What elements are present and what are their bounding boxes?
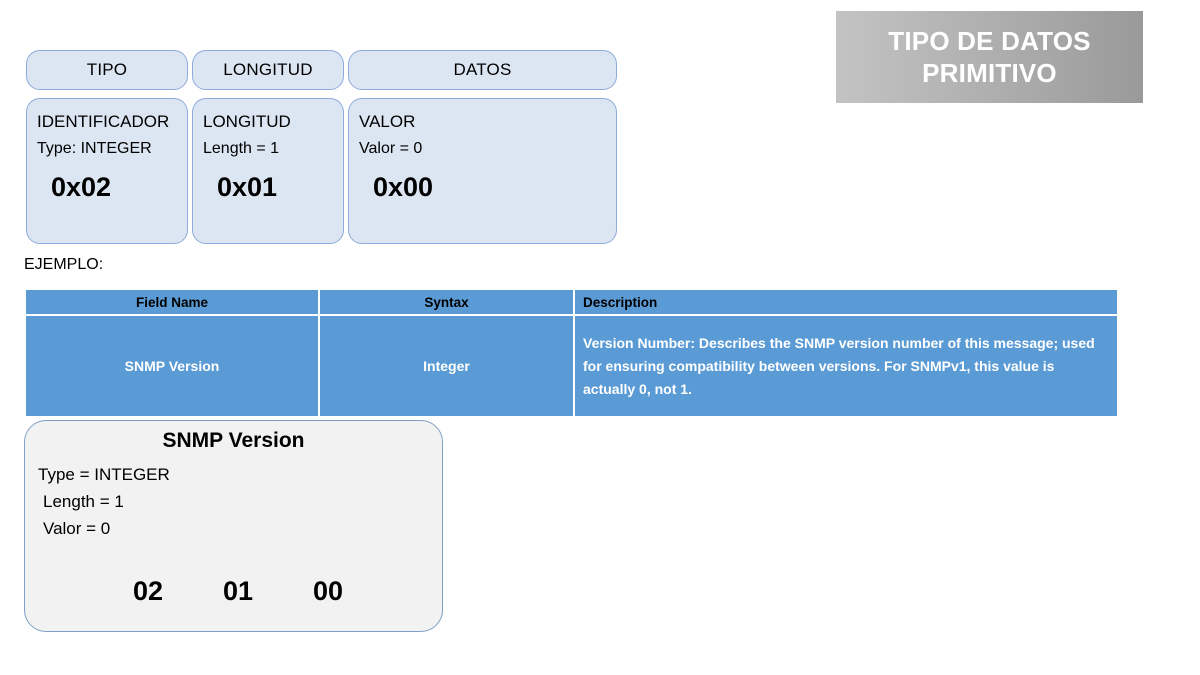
tlv-detail-box-longitud: LONGITUD Length = 1 0x01 — [192, 98, 344, 244]
tlv-detail-box-identificador: IDENTIFICADOR Type: INTEGER 0x02 — [26, 98, 188, 244]
example-box-line-length: Length = 1 — [43, 492, 124, 511]
example-label: EJEMPLO: — [24, 256, 104, 273]
title-banner: TIPO DE DATOS PRIMITIVO — [836, 11, 1143, 103]
tlv-header-label-longitud: LONGITUD — [223, 60, 313, 79]
example-box-hex-byte-2: 01 — [223, 576, 254, 606]
example-box-hex-byte-3: 00 — [313, 576, 344, 606]
example-box-line-type: Type = INTEGER — [38, 465, 170, 484]
tlv-detail-hex-identificador: 0x02 — [51, 172, 112, 202]
tlv-detail-box-valor: VALOR Valor = 0 0x00 — [348, 98, 617, 244]
table-header-syntax: Syntax — [320, 290, 573, 314]
tlv-header-label-datos: DATOS — [453, 60, 512, 79]
tlv-header-box-datos: DATOS — [348, 50, 617, 90]
tlv-detail-sub-longitud: Length = 1 — [203, 140, 280, 157]
example-box-lines: Type = INTEGER Length = 1 Valor = 0 — [25, 461, 442, 542]
example-box-line-valor: Valor = 0 — [43, 519, 111, 538]
tlv-detail-hex-valor: 0x00 — [373, 172, 434, 202]
example-box-title: SNMP Version — [162, 429, 305, 452]
tlv-detail-title-longitud: LONGITUD — [203, 112, 291, 131]
tlv-header-box-longitud: LONGITUD — [192, 50, 344, 90]
tlv-detail-sub-valor: Valor = 0 — [359, 140, 423, 157]
tlv-detail-sub-identificador: Type: INTEGER — [37, 140, 152, 157]
example-box-hex-byte-1: 02 — [133, 576, 164, 606]
tlv-detail-title-identificador: IDENTIFICADOR — [37, 112, 170, 131]
table-cell-description: Version Number: Describes the SNMP versi… — [575, 316, 1117, 416]
slide-canvas: TIPO DE DATOS PRIMITIVO TIPO LONGITUD DA… — [0, 0, 1200, 675]
tlv-header-label-tipo: TIPO — [86, 60, 128, 79]
example-box-hex-row: 02 01 00 — [25, 576, 442, 616]
tlv-detail-title-valor: VALOR — [359, 112, 416, 131]
snmp-field-table: Field Name Syntax Description SNMP Versi… — [24, 288, 1119, 418]
table-header-field-name: Field Name — [26, 290, 318, 314]
tlv-header-box-tipo: TIPO — [26, 50, 188, 90]
title-banner-line2: PRIMITIVO — [922, 58, 1057, 88]
table-header-row: Field Name Syntax Description — [26, 290, 1117, 314]
table-row: SNMP Version Integer Version Number: Des… — [26, 316, 1117, 416]
table-cell-syntax: Integer — [320, 316, 573, 416]
tlv-detail-hex-longitud: 0x01 — [217, 172, 278, 202]
title-banner-line1: TIPO DE DATOS — [888, 26, 1091, 56]
table-header-description: Description — [575, 290, 1117, 314]
table-cell-field-name: SNMP Version — [26, 316, 318, 416]
example-encoding-box: SNMP Version Type = INTEGER Length = 1 V… — [24, 420, 443, 632]
